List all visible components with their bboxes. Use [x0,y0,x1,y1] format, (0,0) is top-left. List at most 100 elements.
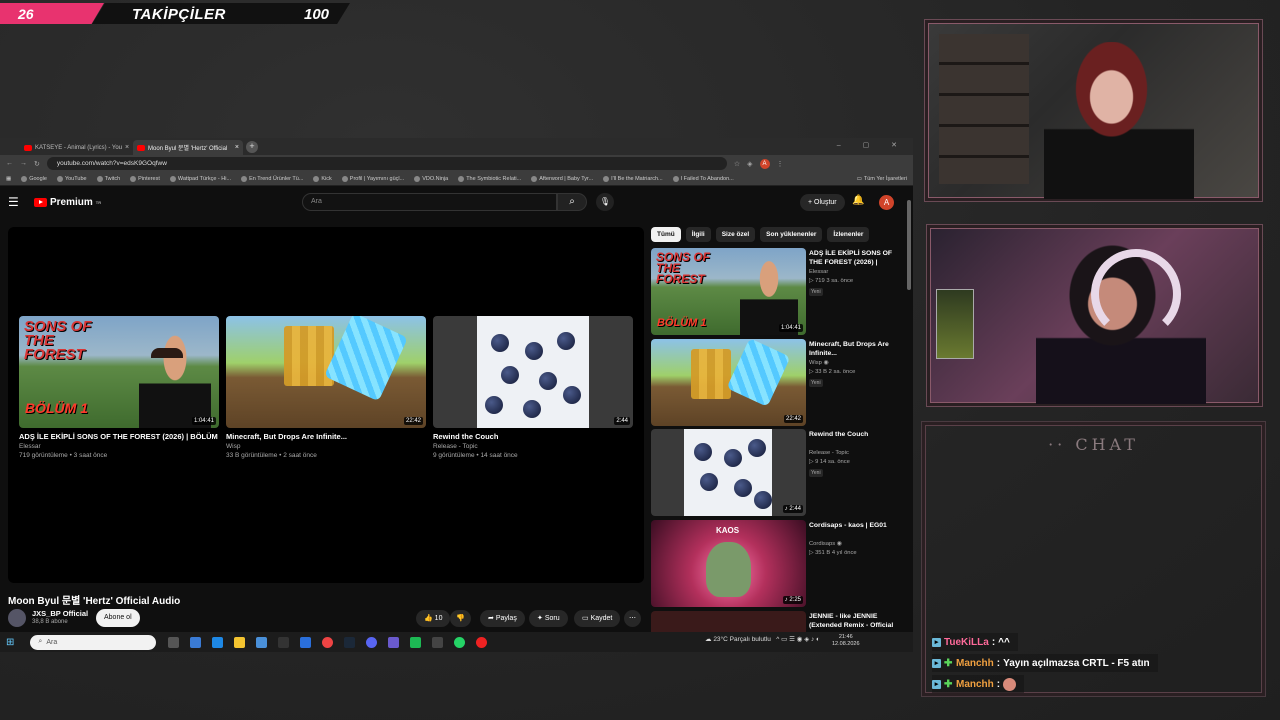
xbox-icon[interactable] [410,636,422,648]
video-thumbnail[interactable]: KAOS ♪ 2:25 [651,520,806,607]
video-thumbnail[interactable]: 2:44 [433,316,633,428]
forward-icon[interactable]: → [20,160,27,167]
store-icon[interactable] [256,636,268,648]
youtube-logo[interactable]: Premium TR [34,197,101,208]
task-view-icon[interactable] [168,636,180,648]
sidebar-video[interactable]: SONS OF THE FOREST BÖLÜM 1 1:04:41 ADŞ İ… [651,248,906,336]
chip-recent[interactable]: Son yüklenenler [760,227,823,242]
all-bookmarks[interactable]: ▭ Tüm Yer İşaretleri [857,176,907,182]
discord-icon[interactable] [366,636,378,648]
video-title[interactable]: ADŞ İLE EKİPLİ SONS OF THE FOREST (2026)… [809,249,904,267]
bookmark[interactable]: The Symbiotic Relati... [458,175,521,182]
channel-name[interactable]: Wisp [226,443,426,450]
window-controls[interactable]: – ▢ ✕ [837,141,907,149]
chrome-icon[interactable] [322,636,334,648]
video-thumbnail[interactable]: ♪ 2:44 [651,429,806,516]
ask-button[interactable]: ✦ Soru [529,610,568,627]
bookmark[interactable]: Google [21,175,47,182]
taskbar-search[interactable]: ⌕ Ara [30,634,157,650]
channel-name[interactable]: Release - Topic [809,450,849,456]
app-icon[interactable] [278,636,290,648]
menu-icon[interactable]: ⋮ [777,160,784,168]
chip-all[interactable]: Tümü [651,227,681,242]
video-title[interactable]: JENNIE - like JENNIE (Extended Remix - O… [809,612,904,630]
dislike-button[interactable]: 👎 [450,610,471,627]
bookmark[interactable]: I'll Be the Matriarch... [603,175,663,182]
chip-for-you[interactable]: Size özel [715,227,756,242]
bookmark[interactable]: Twitch [96,175,120,182]
tab-hertz[interactable]: Moon Byul 문별 'Hertz' Official × [133,140,243,155]
bookmark[interactable]: I Failed To Abandon... [672,175,734,182]
channel-name[interactable]: Elessar [19,443,219,450]
url-field[interactable]: youtube.com/watch?v=edsK9GOqfww [46,157,727,170]
endcard-video[interactable]: SONS OF THE FOREST BÖLÜM 1 1:04:41 ADŞ İ… [19,316,219,459]
video-title[interactable]: ADŞ İLE EKİPLİ SONS OF THE FOREST (2026)… [19,432,219,441]
create-button[interactable]: + Oluştur [800,194,845,211]
star-icon[interactable]: ☆ [734,160,740,168]
video-thumbnail[interactable]: SONS OF THE FOREST BÖLÜM 1 1:04:41 [19,316,219,428]
bookmark[interactable]: Profil | Yayımını güçl... [341,175,404,182]
bookmark[interactable]: VDO.Ninja [414,175,448,182]
chip-related[interactable]: İlgili [685,227,711,242]
video-thumbnail[interactable]: SONS OF THE FOREST BÖLÜM 1 1:04:41 [651,248,806,335]
subscribe-button[interactable]: Abone ol [96,609,140,627]
close-icon[interactable]: × [235,144,239,151]
channel-avatar[interactable] [8,609,26,627]
windows-start-icon[interactable]: ⊞ [6,637,14,648]
new-tab-button[interactable]: + [246,141,258,153]
copilot-icon[interactable] [190,636,202,648]
scrollbar[interactable] [907,200,911,290]
apps-icon[interactable]: ▦ [6,176,11,182]
endcard-video[interactable]: 22:42 Minecraft, But Drops Are Infinite.… [226,316,426,459]
video-thumbnail[interactable]: 22:42 [226,316,426,428]
bell-icon[interactable]: 🔔 [852,195,864,206]
bookmark[interactable]: Afterword | Baby Tyr... [531,175,593,182]
back-icon[interactable]: ← [6,160,13,167]
whatsapp-icon[interactable] [454,636,466,648]
bookmark[interactable]: En Trend Ürünler Tü... [241,175,303,182]
sidebar-video[interactable]: 22:42 Minecraft, But Drops Are Infinite.… [651,339,906,427]
channel-name[interactable]: Release - Topic [433,443,633,450]
bookmark[interactable]: Wattpad Türkçe - Hi... [169,175,231,182]
channel-name[interactable]: Wisp ◉ [809,360,829,366]
save-button[interactable]: ▭ Kaydet [574,610,621,627]
app-icon[interactable] [388,636,400,648]
obs-icon[interactable] [476,636,488,648]
channel-name[interactable]: Elessar [809,269,828,275]
bookmark[interactable]: YouTube [56,175,87,182]
video-title[interactable]: Minecraft, But Drops Are Infinite... [226,432,426,441]
extensions-icon[interactable]: ◈ [747,160,752,168]
mic-icon[interactable]: 🎙 [596,193,614,211]
app-icon[interactable] [432,636,444,648]
video-title[interactable]: Cordisaps - kaos | EG01 [809,521,904,530]
search-input[interactable]: Ara [302,193,557,211]
yt-avatar[interactable]: A [879,195,894,210]
more-icon[interactable]: ⋯ [624,610,641,627]
chip-watched[interactable]: İzlenenler [827,227,870,242]
video-title[interactable]: Minecraft, But Drops Are Infinite... [809,340,904,358]
bookmark[interactable]: Pinterest [130,175,160,182]
folder-icon[interactable] [234,636,246,648]
sidebar-video[interactable]: KAOS ♪ 2:25 Cordisaps - kaos | EG01 Cord… [651,520,906,608]
video-title[interactable]: Rewind the Couch [809,430,904,439]
tab-katseye[interactable]: KATSEYE - Animal (Lyrics) - You × [20,140,130,155]
bookmark[interactable]: Kick [313,175,332,182]
edge-icon[interactable] [212,636,224,648]
clock[interactable]: 21:46 12.08.2026 [832,634,860,648]
like-button[interactable]: 👍 10 [416,610,451,627]
video-thumbnail[interactable]: 22:42 [651,339,806,426]
app-icon[interactable] [300,636,312,648]
sidebar-video[interactable]: JENNIE - like JENNIE (Extended Remix - O… [651,611,906,632]
close-icon[interactable]: × [125,144,129,151]
reload-icon[interactable]: ↻ [34,160,40,168]
steam-icon[interactable] [344,636,356,648]
share-button[interactable]: ➦ Paylaş [480,610,525,627]
video-title[interactable]: Rewind the Couch [433,432,633,441]
channel-name[interactable]: JXS_BP Official [32,609,88,618]
video-thumbnail[interactable] [651,611,806,632]
profile-avatar[interactable]: A [759,158,770,169]
search-icon[interactable]: ⌕ [557,193,587,211]
endcard-video[interactable]: 2:44 Rewind the Couch Release - Topic 9 … [433,316,633,459]
weather-widget[interactable]: ☁ 23°C Parçalı bulutlu ^ ▭ ☰ ◉ ◈ ♪ ◐ [705,635,820,643]
hamburger-icon[interactable]: ☰ [8,195,26,209]
